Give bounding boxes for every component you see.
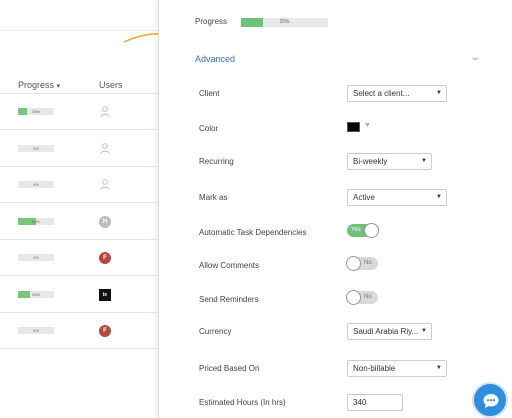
toggle-knob (346, 256, 361, 271)
toggle-knob (364, 223, 379, 238)
row-progress-bar: 0% (18, 254, 54, 261)
send-reminders-label: Send Reminders (199, 295, 259, 304)
row-progress-bar: 25% (18, 108, 54, 115)
sort-down-icon: ▾ (56, 83, 61, 90)
task-detail-panel: Progress 25% Advanced ⌄ Client Select a … (158, 0, 512, 418)
row-progress-percent: 0% (33, 145, 39, 151)
priced-based-on-select-value: Non-billable (353, 364, 396, 373)
user-placeholder-icon[interactable] (99, 142, 111, 155)
row-progress-percent: 0% (33, 255, 39, 260)
caret-down-icon: ▼ (436, 194, 442, 200)
chevron-down-icon[interactable]: ⌄ (469, 52, 481, 63)
table-row[interactable]: 50% H (0, 204, 158, 240)
caret-down-icon: ▼ (421, 158, 427, 164)
avatar[interactable]: F (99, 252, 111, 264)
caret-down-icon: ▼ (421, 328, 427, 334)
column-header-users: Users (99, 80, 123, 90)
row-progress-bar: 50% (18, 217, 54, 225)
column-header-progress-label: Progress (18, 80, 55, 90)
table-row[interactable]: 0% F (0, 313, 158, 349)
mark-as-label: Mark as (199, 193, 228, 202)
color-swatch[interactable] (347, 122, 360, 132)
row-progress-percent: 33% (31, 291, 40, 297)
row-progress-bar: 33% (18, 290, 54, 298)
client-select[interactable]: Select a client... ▼ (347, 85, 447, 102)
avatar[interactable]: te (99, 288, 111, 301)
avatar[interactable]: H (99, 215, 111, 228)
currency-select-value: Saudi Arabia Riy... (353, 327, 419, 336)
table-row[interactable]: 33% te (0, 277, 158, 313)
chat-bubble-icon (483, 394, 499, 408)
progress-bar: 25% (241, 18, 328, 27)
estimated-hours-input[interactable]: 340 (347, 394, 403, 411)
currency-select[interactable]: Saudi Arabia Riy... ▼ (347, 323, 432, 340)
color-label: Color (199, 124, 219, 133)
caret-down-icon[interactable]: ▼ (364, 122, 371, 129)
advanced-section-toggle[interactable]: Advanced (195, 54, 235, 64)
toggle-knob (346, 290, 361, 305)
mark-as-select[interactable]: Active ▼ (347, 189, 447, 206)
currency-label: Currency (199, 327, 232, 336)
toggle-state: No (364, 294, 372, 300)
priced-based-on-select[interactable]: Non-billable ▼ (347, 360, 447, 377)
recurring-label: Recurring (199, 157, 234, 166)
estimated-hours-label: Estimated Hours (In hrs) (199, 398, 286, 407)
table-row[interactable]: 0% (0, 167, 158, 203)
chat-button[interactable] (472, 382, 508, 418)
table-row[interactable]: 25% (0, 94, 158, 130)
avatar[interactable]: F (99, 325, 111, 337)
mark-as-select-value: Active (353, 193, 375, 202)
send-reminders-toggle[interactable]: No (346, 290, 378, 305)
row-progress-percent: 0% (33, 328, 39, 333)
row-progress-bar: 0% (18, 327, 54, 334)
toggle-state: Yes (351, 227, 361, 233)
table-row[interactable]: 0% F (0, 240, 158, 276)
user-placeholder-icon[interactable] (99, 179, 111, 191)
row-progress-percent: 25% (31, 109, 40, 114)
caret-down-icon: ▼ (436, 365, 442, 371)
row-progress-bar: 0% (18, 144, 54, 152)
progress-label: Progress (195, 17, 228, 26)
recurring-select[interactable]: Bi-weekly ▼ (347, 153, 432, 170)
recurring-select-value: Bi-weekly (353, 157, 388, 166)
table-row[interactable]: 0% (0, 131, 158, 167)
auto-deps-toggle[interactable]: Yes (347, 223, 379, 238)
client-label: Client (199, 89, 220, 98)
allow-comments-toggle[interactable]: No (346, 256, 378, 271)
row-progress-percent: 50% (31, 218, 40, 224)
allow-comments-label: Allow Comments (199, 261, 260, 270)
column-header-progress[interactable]: Progress ▾ (18, 80, 60, 90)
caret-down-icon: ▼ (436, 90, 442, 96)
client-select-value: Select a client... (353, 89, 410, 98)
user-placeholder-icon[interactable] (99, 106, 111, 118)
row-progress-percent: 0% (33, 182, 39, 187)
priced-based-on-label: Priced Based On (199, 364, 260, 373)
row-progress-bar: 0% (18, 181, 54, 188)
toggle-state: No (364, 260, 372, 266)
auto-deps-label: Automatic Task Dependencies (199, 228, 307, 237)
progress-percent: 25% (279, 19, 290, 25)
